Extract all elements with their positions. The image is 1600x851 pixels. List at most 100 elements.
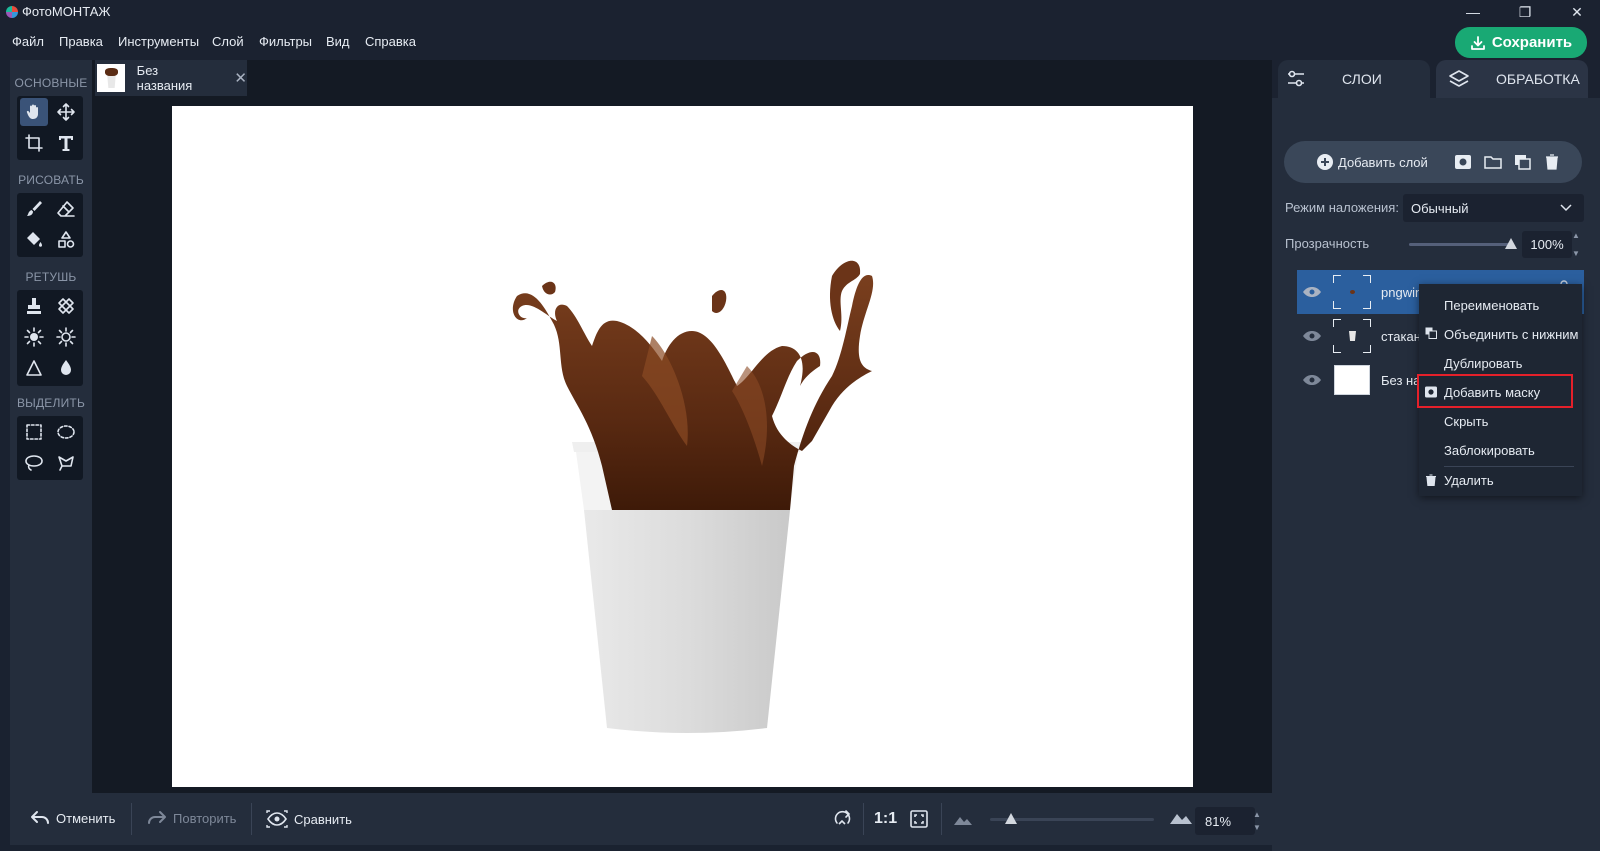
redo-label: Повторить xyxy=(173,810,237,826)
blend-mode-select[interactable]: Обычный xyxy=(1403,194,1584,222)
chevron-down-icon xyxy=(1560,204,1572,212)
tool-section-draw: РИСОВАТЬ xyxy=(18,173,84,187)
zoom-value: 81% xyxy=(1205,813,1232,829)
fill-tool[interactable] xyxy=(20,226,48,254)
redo-button[interactable]: Повторить xyxy=(147,810,236,826)
close-window-button[interactable]: ✕ xyxy=(1554,0,1600,24)
add-layer-button[interactable]: Добавить слой xyxy=(1316,153,1428,171)
compare-button[interactable]: Сравнить xyxy=(266,810,352,828)
rotate-view-button[interactable] xyxy=(832,808,852,831)
opacity-spinner[interactable]: ▲ ▼ xyxy=(1572,231,1582,258)
shapes-icon xyxy=(58,231,75,248)
zoom-out-icon[interactable] xyxy=(953,812,973,829)
tab-layers[interactable]: СЛОИ xyxy=(1278,60,1430,98)
shapes-tool[interactable] xyxy=(52,226,80,254)
crop-icon xyxy=(25,134,43,152)
crop-tool[interactable] xyxy=(20,129,48,157)
minimize-button[interactable]: — xyxy=(1450,0,1496,24)
sharpen-tool[interactable] xyxy=(20,354,48,382)
blend-mode-value: Обычный xyxy=(1411,200,1469,216)
folder-icon[interactable] xyxy=(1484,154,1502,170)
bottom-divider xyxy=(251,803,252,835)
ctx-hide[interactable]: Скрыть xyxy=(1444,414,1488,429)
rect-select-tool[interactable] xyxy=(20,418,48,446)
opacity-field[interactable]: 100% xyxy=(1522,231,1572,258)
mask-icon[interactable] xyxy=(1454,154,1472,170)
menu-filters[interactable]: Фильтры xyxy=(259,34,312,49)
ctx-rename[interactable]: Переименовать xyxy=(1444,298,1539,313)
ctx-delete[interactable]: Удалить xyxy=(1444,473,1494,488)
eraser-tool[interactable] xyxy=(52,195,80,223)
opacity-value: 100% xyxy=(1530,237,1564,252)
menu-edit[interactable]: Правка xyxy=(59,34,103,49)
undo-button[interactable]: Отменить xyxy=(30,810,115,826)
zoom-field[interactable]: 81% xyxy=(1195,807,1255,835)
image-canvas[interactable] xyxy=(172,106,1193,787)
sun-outline-icon xyxy=(56,327,76,347)
layers-stack-icon xyxy=(1449,70,1469,87)
title-bar xyxy=(0,0,1600,24)
bottom-divider xyxy=(863,803,864,835)
darken-tool[interactable] xyxy=(52,323,80,351)
tool-section-basic: ОСНОВНЫЕ xyxy=(14,76,88,90)
ctx-duplicate[interactable]: Дублировать xyxy=(1444,356,1522,371)
polygon-lasso-icon xyxy=(58,456,74,471)
eraser-icon xyxy=(57,201,75,217)
menu-view[interactable]: Вид xyxy=(326,34,350,49)
eye-icon[interactable] xyxy=(1299,330,1325,342)
text-tool[interactable] xyxy=(52,129,80,157)
trash-icon xyxy=(1426,474,1436,486)
layer-thumbnail xyxy=(1333,363,1371,397)
zoom-slider-knob[interactable] xyxy=(1004,813,1017,824)
brighten-tool[interactable] xyxy=(20,323,48,351)
tab-processing[interactable]: ОБРАБОТКА xyxy=(1436,60,1588,98)
fit-screen-button[interactable] xyxy=(909,809,929,832)
drop-icon xyxy=(61,360,71,375)
undo-label: Отменить xyxy=(56,810,116,826)
trash-icon[interactable] xyxy=(1544,154,1560,170)
eye-icon[interactable] xyxy=(1299,374,1325,386)
menu-help[interactable]: Справка xyxy=(365,34,416,49)
blur-tool[interactable] xyxy=(52,354,80,382)
menu-layer[interactable]: Слой xyxy=(212,34,244,49)
ellipse-select-tool[interactable] xyxy=(52,418,80,446)
opacity-slider-knob[interactable] xyxy=(1505,238,1517,249)
save-button[interactable]: Сохранить xyxy=(1455,27,1587,58)
hand-rotate-icon xyxy=(834,810,851,825)
app-logo-icon xyxy=(6,6,18,18)
context-menu-divider xyxy=(1444,466,1574,467)
menu-tools[interactable]: Инструменты xyxy=(118,34,199,49)
opacity-slider-track[interactable] xyxy=(1409,243,1513,246)
actual-size-button[interactable]: 1:1 xyxy=(874,810,897,828)
brush-icon xyxy=(27,201,42,216)
tool-section-retouch: РЕТУШЬ xyxy=(25,270,77,284)
zoom-in-icon[interactable] xyxy=(1169,809,1193,828)
eye-icon[interactable] xyxy=(1299,286,1325,298)
download-icon xyxy=(1470,35,1485,50)
merge-icon xyxy=(1425,327,1437,339)
maximize-button[interactable]: ❐ xyxy=(1502,0,1548,24)
document-tab[interactable]: Без названия ✕ xyxy=(95,60,247,96)
brush-tool[interactable] xyxy=(20,195,48,223)
ctx-merge-down[interactable]: Объединить с нижним xyxy=(1444,327,1578,342)
duplicate-icon[interactable] xyxy=(1514,154,1532,170)
paint-bucket-icon xyxy=(27,232,42,247)
stamp-tool[interactable] xyxy=(20,292,48,320)
move-tool[interactable] xyxy=(52,98,80,126)
polygon-lasso-tool[interactable] xyxy=(52,449,80,477)
bottom-divider xyxy=(941,803,942,835)
layer-name: стакан xyxy=(1381,328,1421,344)
layer-thumbnail xyxy=(1333,319,1371,353)
app-title: ФотоМОНТАЖ xyxy=(22,4,111,19)
blend-mode-label: Режим наложения: xyxy=(1285,200,1399,215)
tab-processing-label: ОБРАБОТКА xyxy=(1496,71,1580,87)
fit-screen-icon xyxy=(910,810,928,828)
lasso-tool[interactable] xyxy=(20,449,48,477)
hand-tool[interactable] xyxy=(20,98,48,126)
zoom-spinner[interactable]: ▲ ▼ xyxy=(1253,808,1261,834)
close-tab-icon[interactable]: ✕ xyxy=(234,69,247,87)
ctx-lock[interactable]: Заблокировать xyxy=(1444,443,1535,458)
bottom-divider xyxy=(131,803,132,835)
patch-tool[interactable] xyxy=(52,292,80,320)
menu-file[interactable]: Файл xyxy=(12,34,44,49)
